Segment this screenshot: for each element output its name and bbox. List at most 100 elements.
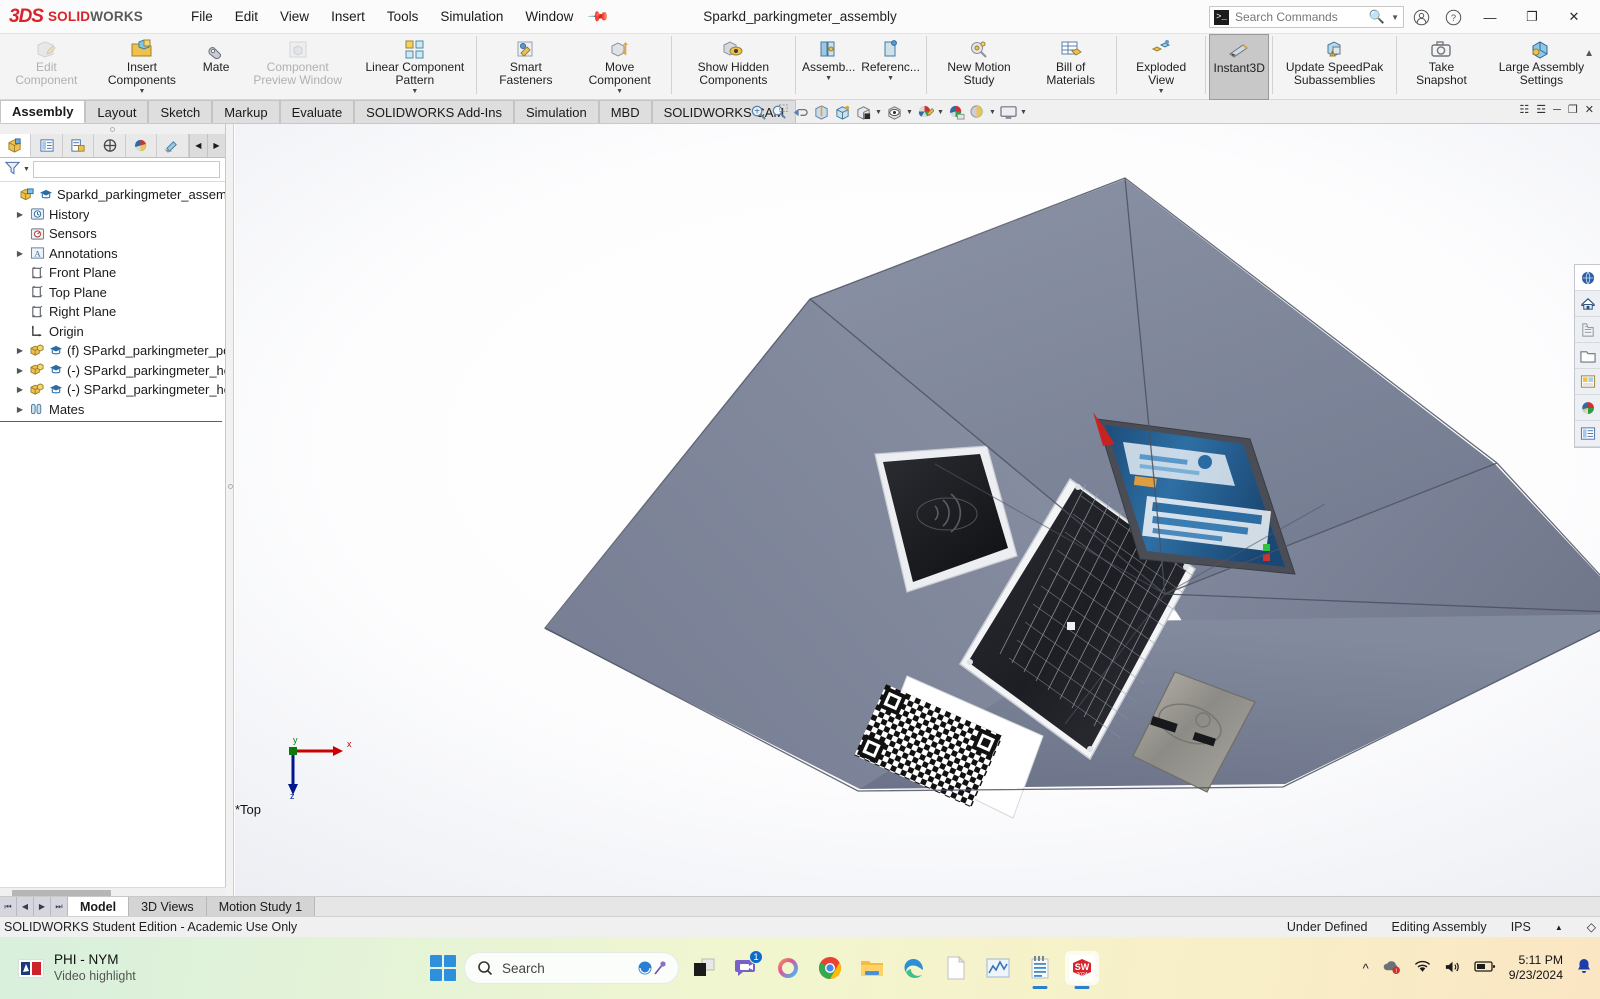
view-orientation-icon[interactable] (832, 102, 852, 122)
ribbon-button-assembly-features[interactable]: Assemb...▼ (799, 34, 859, 100)
ribbon-button-reference-geometry[interactable]: Referenc...▼ (858, 34, 922, 100)
wifi-icon[interactable] (1414, 960, 1431, 977)
menu-item-simulation[interactable]: Simulation (429, 4, 514, 29)
copilot-icon[interactable] (771, 951, 805, 985)
tabs-scroll-right-icon[interactable]: ▶ (207, 134, 225, 157)
ribbon-dropdown-chevron-icon[interactable]: ▼ (825, 75, 832, 82)
tile-vertically-icon[interactable]: ☲ (1536, 103, 1546, 116)
ribbon-button-insert-components[interactable]: Insert Components▼ (91, 34, 193, 100)
panel-grip[interactable] (0, 124, 225, 134)
tab-layout[interactable]: Layout (85, 100, 148, 123)
appearances-scenes-icon[interactable] (1575, 395, 1600, 421)
view-toolbar-chevron-down-icon[interactable]: ▼ (874, 109, 883, 116)
help-icon[interactable]: ? (1438, 2, 1468, 32)
viewport-icon[interactable] (998, 102, 1018, 122)
view-toolbar-chevron-down-icon[interactable]: ▼ (1019, 109, 1028, 116)
collapse-ribbon-icon[interactable]: ▲ (1584, 48, 1594, 59)
hide-show-items-icon[interactable] (884, 102, 904, 122)
tab-nav-next-icon[interactable]: ▶ (34, 897, 51, 916)
search-icon[interactable]: 🔍 (1369, 9, 1385, 25)
ribbon-button-linear-component-pattern[interactable]: Linear Component Pattern▼ (356, 34, 473, 100)
tree-expand-chevron-icon[interactable]: ▶ (14, 210, 26, 219)
document-minimize-icon[interactable]: ─ (1553, 104, 1561, 116)
tab-simulation[interactable]: Simulation (514, 100, 599, 123)
onedrive-error-icon[interactable]: ! (1382, 959, 1401, 977)
menu-item-file[interactable]: File (180, 4, 224, 29)
tab-sketch[interactable]: Sketch (148, 100, 212, 123)
panel-splitter[interactable] (226, 124, 234, 899)
tree-expand-chevron-icon[interactable]: ▶ (14, 249, 26, 258)
zoom-to-fit-icon[interactable] (748, 102, 768, 122)
search-commands-box[interactable]: >_ Search Commands 🔍 ▼ (1209, 6, 1404, 28)
featuremanager-design-tree-tab[interactable] (0, 134, 31, 157)
tree-item[interactable]: ▶Mates (2, 400, 225, 420)
edit-appearance-icon[interactable] (915, 102, 935, 122)
battery-icon[interactable] (1474, 960, 1496, 976)
tree-item[interactable]: ▶(f) SParkd_parkingmeter_pole< (2, 341, 225, 361)
minimize-button[interactable]: — (1470, 2, 1510, 32)
search-folder-icon[interactable] (1575, 343, 1600, 369)
ribbon-dropdown-chevron-icon[interactable]: ▼ (887, 75, 894, 82)
status-units[interactable]: IPS (1511, 920, 1531, 934)
ribbon-button-mate[interactable]: Mate (193, 34, 239, 100)
tab-solidworks-add-ins[interactable]: SOLIDWORKS Add-Ins (354, 100, 514, 123)
tab-mbd[interactable]: MBD (599, 100, 652, 123)
menu-item-window[interactable]: Window (514, 4, 584, 29)
tree-filter-input[interactable] (33, 161, 220, 178)
tabs-scroll-left-icon[interactable]: ◀ (189, 134, 207, 157)
tree-item[interactable]: Origin (2, 322, 225, 342)
notepad-icon[interactable] (1023, 951, 1057, 985)
ribbon-button-smart-fasteners[interactable]: Smart Fasteners (480, 34, 571, 100)
apply-scene-icon[interactable] (946, 102, 966, 122)
document-icon[interactable] (939, 951, 973, 985)
graphics-area[interactable]: x z y *Top (235, 124, 1600, 899)
ribbon-dropdown-chevron-icon[interactable]: ▼ (1158, 88, 1165, 95)
view-settings-icon[interactable] (967, 102, 987, 122)
tab-markup[interactable]: Markup (212, 100, 279, 123)
property-manager-tab[interactable] (31, 134, 62, 157)
tree-expand-chevron-icon[interactable]: ▶ (14, 346, 26, 355)
view-palette-icon[interactable] (1575, 369, 1600, 395)
solidworks-taskbar-icon[interactable]: SW2024 (1065, 951, 1099, 985)
menu-item-view[interactable]: View (269, 4, 320, 29)
configuration-manager-tab[interactable] (63, 134, 94, 157)
chrome-icon[interactable] (813, 951, 847, 985)
appearances-tab[interactable] (157, 134, 188, 157)
start-button-icon[interactable] (430, 955, 456, 981)
notification-toast[interactable]: PHI - NYM Video highlight (0, 952, 420, 984)
tab-evaluate[interactable]: Evaluate (280, 100, 355, 123)
filter-icon[interactable] (5, 161, 20, 178)
user-account-icon[interactable] (1406, 2, 1436, 32)
taskbar-search-box[interactable]: Search (464, 952, 679, 984)
edge-icon[interactable] (897, 951, 931, 985)
tree-item[interactable]: ▶(-) SParkd_parkingmeter_housi (2, 380, 225, 400)
pin-icon[interactable]: 📌 (587, 4, 611, 28)
taskbar-clock[interactable]: 5:11 PM 9/23/2024 (1509, 953, 1563, 983)
ribbon-dropdown-chevron-icon[interactable]: ▼ (616, 88, 623, 95)
task-view-icon[interactable] (687, 951, 721, 985)
tree-expand-chevron-icon[interactable]: ▶ (14, 385, 26, 394)
ribbon-dropdown-chevron-icon[interactable]: ▼ (138, 88, 145, 95)
ribbon-button-take-snapshot[interactable]: Take Snapshot (1400, 34, 1483, 100)
document-close-icon[interactable]: ✕ (1585, 103, 1594, 116)
ribbon-button-bill-of-materials[interactable]: Bill of Materials (1028, 34, 1113, 100)
bottom-tab-model[interactable]: Model (68, 897, 129, 916)
display-manager-tab[interactable] (126, 134, 157, 157)
file-explorer-taskbar-icon[interactable] (855, 951, 889, 985)
chevron-down-icon[interactable]: ▼ (1391, 13, 1399, 22)
custom-properties-icon[interactable] (1575, 421, 1600, 447)
tolerance-status-icon[interactable]: ◇ (1587, 920, 1596, 934)
menu-item-tools[interactable]: Tools (376, 4, 430, 29)
menu-item-edit[interactable]: Edit (224, 4, 269, 29)
view-toolbar-chevron-down-icon[interactable]: ▼ (905, 109, 914, 116)
ribbon-button-large-assembly-settings[interactable]: Large Assembly Settings (1483, 34, 1600, 100)
tree-item[interactable]: ▶AAnnotations (2, 244, 225, 264)
ribbon-dropdown-chevron-icon[interactable]: ▼ (411, 88, 418, 95)
tree-item[interactable]: ▶History (2, 205, 225, 225)
tab-nav-last-icon[interactable]: ⏭ (51, 897, 68, 916)
ribbon-button-new-motion-study[interactable]: New Motion Study (930, 34, 1029, 100)
ribbon-button-instant3d[interactable]: Instant3D (1209, 34, 1269, 100)
ribbon-button-exploded-view[interactable]: Exploded View▼ (1120, 34, 1203, 100)
tab-nav-first-icon[interactable]: ⏮ (0, 897, 17, 916)
chart-app-icon[interactable] (981, 951, 1015, 985)
